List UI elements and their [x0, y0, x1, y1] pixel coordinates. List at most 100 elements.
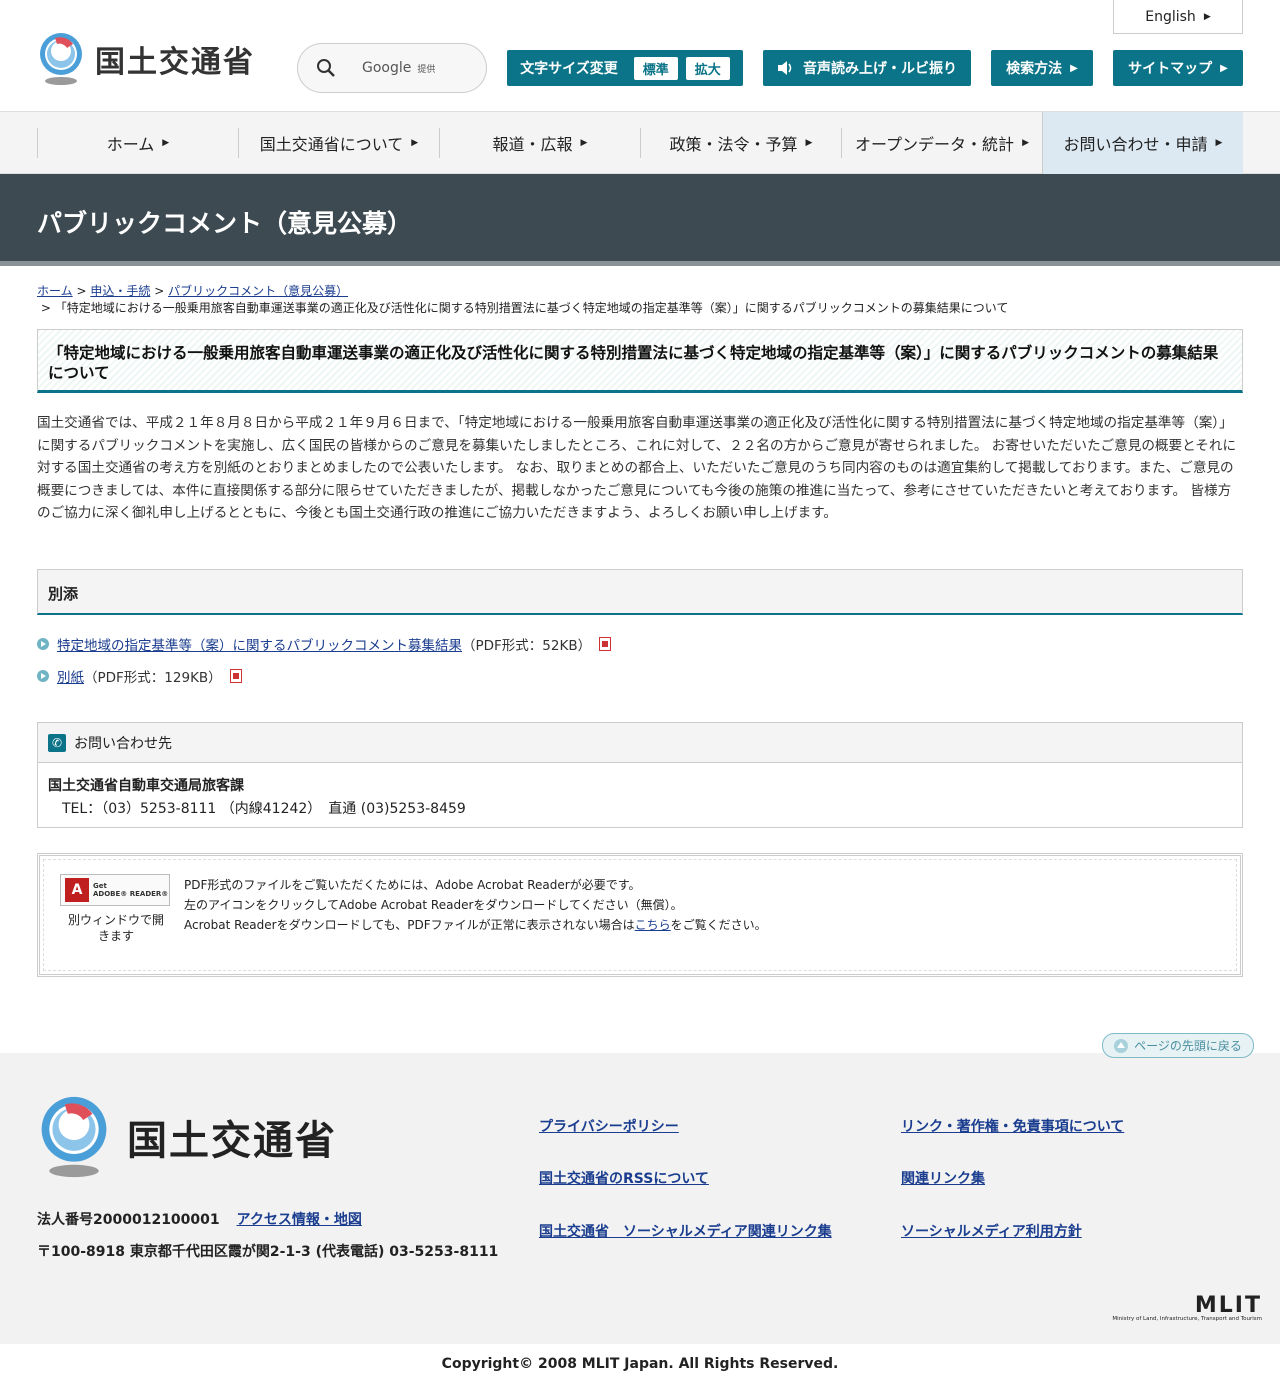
rss-link[interactable]: 国土交通省のRSSについて: [539, 1168, 709, 1188]
adobe-notice: PDF形式のファイルをご覧いただくためには、Adobe Acrobat Read…: [184, 875, 767, 935]
adobe-caption: 別ウィンドウで開きます: [67, 913, 164, 943]
mlit-wordmark: MLIT Ministry of Land, Infrastructure, T…: [1102, 1293, 1262, 1322]
font-size-normal-button[interactable]: 標準: [633, 56, 678, 80]
footer-address: 〒100-8918 東京都千代田区霞が関2-1-3 (代表電話) 03-5253…: [37, 1244, 499, 1260]
triangle-right-icon: ▶: [1022, 138, 1029, 148]
search-method-button[interactable]: 検索方法 ▶: [991, 50, 1093, 86]
adobe-reader-download-button[interactable]: A Get ADOBE® READER®: [60, 874, 170, 906]
search-method-label: 検索方法: [1006, 61, 1063, 77]
triangle-right-icon: ▶: [411, 138, 419, 148]
article-heading: 「特定地域における一般乗用旅客自動車運送事業の適正化及び活性化に関する特別措置法…: [37, 329, 1243, 393]
contact-heading: お問い合わせ先: [74, 735, 172, 752]
page-title-band: パブリックコメント（意見公募）: [0, 174, 1280, 266]
sitemap-label: サイトマップ: [1128, 61, 1213, 77]
page-top-button[interactable]: ページの先頭に戻る: [1102, 1033, 1254, 1058]
adobe-line2: 左のアイコンをクリックしてAdobe Acrobat Readerをダウンロード…: [184, 898, 683, 912]
font-size-control: 文字サイズ変更 標準 拡大: [507, 50, 743, 86]
breadcrumb-separator: >: [37, 301, 55, 315]
search-provider-sub: 提供: [417, 64, 436, 75]
site-logo-text: 国土交通省: [95, 45, 255, 80]
breadcrumb-separator: >: [154, 284, 169, 298]
gnav-item-contact[interactable]: お問い合わせ・申請 ▶: [1042, 112, 1243, 174]
article-body: 国土交通省では、平成２１年８月８日から平成２１年９月６日まで、「特定地域における…: [37, 415, 1237, 521]
contact-tel: TEL：（03）5253-8111 （内線41242） 直通 (03)5253-…: [62, 801, 466, 817]
page-title: パブリックコメント（意見公募）: [37, 209, 413, 238]
search-box[interactable]: Google 提供: [297, 43, 487, 93]
pdf-icon: [599, 637, 612, 651]
arrow-up-icon: [1114, 1038, 1129, 1053]
triangle-right-icon: ▶: [805, 138, 813, 148]
breadcrumb-pubcom-link[interactable]: パブリックコメント（意見公募）: [168, 284, 348, 298]
attachments-heading: 別添: [37, 569, 1243, 615]
mlit-logo-icon: [41, 1096, 107, 1178]
contact-box: ✆ お問い合わせ先 国土交通省自動車交通局旅客課 TEL：（03）5253-81…: [37, 722, 1243, 828]
adobe-help-link[interactable]: こちら: [635, 918, 671, 932]
footer-logo[interactable]: 国土交通省: [37, 1095, 337, 1179]
font-size-large-button[interactable]: 拡大: [685, 56, 730, 80]
social-media-policy-link[interactable]: ソーシャルメディア利用方針: [901, 1221, 1082, 1241]
pdf-icon: [229, 669, 242, 683]
adobe-reader-box: A Get ADOBE® READER® 別ウィンドウで開きます PDF形式のフ…: [37, 853, 1243, 977]
adobe-line3-pre: Acrobat Readerをダウンロードしても、PDFファイルが正常に表示され…: [184, 918, 635, 932]
breadcrumb: ホーム > 申込・手続 > パブリックコメント（意見公募） > 「特定地域におけ…: [37, 283, 1243, 317]
adobe-badge-line2: ADOBE® READER®: [93, 890, 169, 898]
adobe-line1: PDF形式のファイルをご覧いただくためには、Adobe Acrobat Read…: [184, 878, 641, 892]
contact-org: 国土交通省自動車交通局旅客課: [48, 778, 244, 794]
related-links-link[interactable]: 関連リンク集: [901, 1168, 985, 1188]
gnav-label: オープンデータ・統計: [855, 135, 1015, 154]
gnav-item-policy[interactable]: 政策・法令・予算 ▶: [640, 128, 841, 158]
adobe-line3-post: をご覧ください。: [670, 918, 767, 932]
breadcrumb-apply-link[interactable]: 申込・手続: [90, 284, 150, 298]
access-map-link[interactable]: アクセス情報・地図: [237, 1212, 362, 1228]
social-media-links-link[interactable]: 国土交通省 ソーシャルメディア関連リンク集: [539, 1221, 832, 1241]
page-top-label: ページの先頭に戻る: [1134, 1039, 1242, 1053]
gnav-item-press[interactable]: 報道・広報 ▶: [439, 128, 640, 158]
copyright-disclaimer-link[interactable]: リンク・著作権・免責事項について: [901, 1116, 1124, 1136]
triangle-right-icon: ▶: [162, 138, 170, 148]
voice-reading-label: 音声読み上げ・ルビ振り: [803, 61, 957, 77]
attachment-link-results[interactable]: 特定地域の指定基準等（案）に関するパブリックコメント募集結果: [57, 634, 462, 654]
privacy-policy-link[interactable]: プライバシーポリシー: [539, 1116, 679, 1136]
english-label: English: [1145, 8, 1196, 25]
phone-icon: ✆: [48, 733, 66, 752]
global-nav: ホーム ▶ 国土交通省について ▶ 報道・広報 ▶ 政策・法令・予算 ▶ オープンデータ…: [0, 112, 1280, 174]
gnav-item-about[interactable]: 国土交通省について ▶: [238, 128, 439, 158]
arrow-bullet-icon: [37, 638, 49, 650]
footer-logo-text: 国土交通省: [127, 1118, 337, 1164]
gnav-label: 国土交通省について: [259, 135, 404, 154]
mlit-logo-icon: [40, 33, 82, 85]
search-icon[interactable]: [316, 58, 336, 78]
site-logo[interactable]: 国土交通省: [37, 32, 255, 86]
speaker-icon: [778, 61, 792, 75]
attachment-item: 別紙 （PDF形式：129KB）: [37, 666, 737, 686]
mlit-wordmark-text: MLIT: [1194, 1293, 1262, 1318]
english-link[interactable]: English ▶: [1113, 0, 1243, 34]
search-provider-label: Google: [362, 60, 412, 76]
voice-reading-button[interactable]: 音声読み上げ・ルビ振り: [763, 50, 971, 86]
attachment-item: 特定地域の指定基準等（案）に関するパブリックコメント募集結果 （PDF形式：52…: [37, 634, 737, 654]
site-header: 国土交通省 Google 提供 English ▶ 文字サイズ変更 標準 拡大 …: [0, 0, 1280, 112]
contact-heading-bar: ✆ お問い合わせ先: [38, 723, 1242, 763]
gnav-item-opendata[interactable]: オープンデータ・統計 ▶: [841, 128, 1042, 158]
breadcrumb-current: 「特定地域における一般乗用旅客自動車運送事業の適正化及び活性化に関する特別措置法…: [54, 301, 1009, 315]
attachment-meta: （PDF形式：52KB）: [462, 638, 592, 654]
font-size-label: 文字サイズ変更: [520, 61, 618, 77]
site-footer: 国土交通省 法人番号2000012100001 アクセス情報・地図 〒100-8…: [0, 1053, 1280, 1344]
gnav-label: 報道・広報: [492, 135, 573, 154]
adobe-badge-text: Get ADOBE® READER®: [93, 882, 168, 898]
triangle-right-icon: ▶: [1220, 62, 1228, 74]
gnav-label: ホーム: [106, 135, 155, 154]
breadcrumb-home-link[interactable]: ホーム: [37, 284, 73, 298]
attachment-link-appendix[interactable]: 別紙: [57, 666, 84, 686]
adobe-badge-line1: Get: [93, 882, 107, 890]
gnav-label: 政策・法令・予算: [669, 135, 798, 154]
triangle-right-icon: ▶: [580, 138, 588, 148]
breadcrumb-separator: >: [76, 284, 91, 298]
copyright: Copyright© 2008 MLIT Japan. All Rights R…: [441, 1356, 839, 1372]
gnav-item-home[interactable]: ホーム ▶: [37, 128, 238, 158]
arrow-bullet-icon: [37, 670, 49, 682]
sitemap-button[interactable]: サイトマップ ▶: [1113, 50, 1243, 86]
corp-number: 法人番号2000012100001: [37, 1212, 220, 1228]
triangle-right-icon: ▶: [1215, 138, 1223, 148]
mlit-wordmark-sub: Ministry of Land, Infrastructure, Transp…: [1112, 1316, 1262, 1322]
